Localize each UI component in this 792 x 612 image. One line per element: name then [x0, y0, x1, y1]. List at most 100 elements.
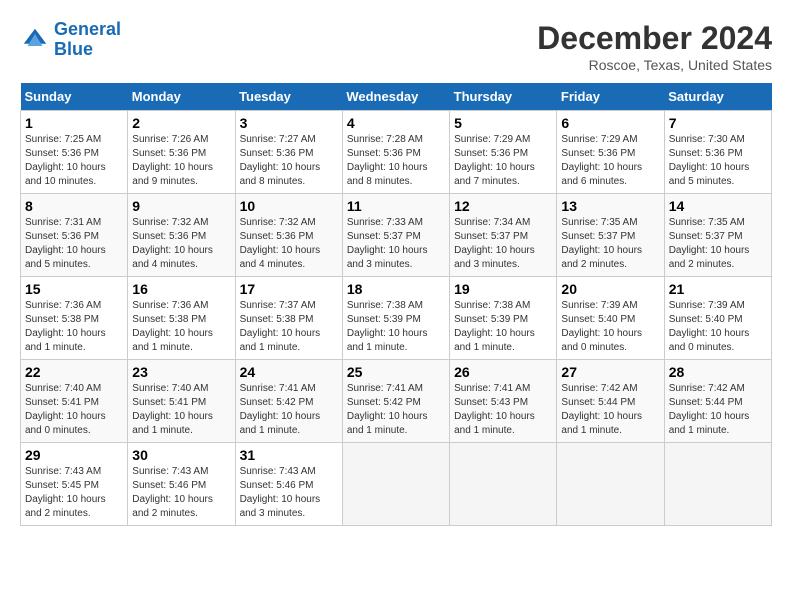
day-number: 2 — [132, 115, 230, 131]
calendar-cell: 16 Sunrise: 7:36 AM Sunset: 5:38 PM Dayl… — [128, 277, 235, 360]
day-info: Sunrise: 7:29 AM Sunset: 5:36 PM Dayligh… — [561, 133, 659, 189]
location: Roscoe, Texas, United States — [537, 57, 772, 73]
day-number: 24 — [240, 364, 338, 380]
calendar-cell: 21 Sunrise: 7:39 AM Sunset: 5:40 PM Dayl… — [664, 277, 771, 360]
day-info: Sunrise: 7:32 AM Sunset: 5:36 PM Dayligh… — [132, 216, 230, 272]
calendar-cell — [450, 443, 557, 526]
calendar-cell — [557, 443, 664, 526]
calendar-cell: 9 Sunrise: 7:32 AM Sunset: 5:36 PM Dayli… — [128, 194, 235, 277]
day-number: 18 — [347, 281, 445, 297]
calendar-cell: 15 Sunrise: 7:36 AM Sunset: 5:38 PM Dayl… — [21, 277, 128, 360]
day-number: 26 — [454, 364, 552, 380]
day-number: 17 — [240, 281, 338, 297]
day-info: Sunrise: 7:26 AM Sunset: 5:36 PM Dayligh… — [132, 133, 230, 189]
day-number: 25 — [347, 364, 445, 380]
calendar-cell: 7 Sunrise: 7:30 AM Sunset: 5:36 PM Dayli… — [664, 111, 771, 194]
calendar-cell: 27 Sunrise: 7:42 AM Sunset: 5:44 PM Dayl… — [557, 360, 664, 443]
header-monday: Monday — [128, 83, 235, 111]
day-number: 11 — [347, 198, 445, 214]
day-number: 5 — [454, 115, 552, 131]
day-info: Sunrise: 7:43 AM Sunset: 5:46 PM Dayligh… — [240, 465, 338, 521]
day-number: 31 — [240, 447, 338, 463]
day-info: Sunrise: 7:28 AM Sunset: 5:36 PM Dayligh… — [347, 133, 445, 189]
day-info: Sunrise: 7:32 AM Sunset: 5:36 PM Dayligh… — [240, 216, 338, 272]
day-number: 21 — [669, 281, 767, 297]
calendar-cell: 22 Sunrise: 7:40 AM Sunset: 5:41 PM Dayl… — [21, 360, 128, 443]
day-number: 19 — [454, 281, 552, 297]
calendar-cell: 29 Sunrise: 7:43 AM Sunset: 5:45 PM Dayl… — [21, 443, 128, 526]
logo: General Blue — [20, 20, 121, 60]
day-info: Sunrise: 7:27 AM Sunset: 5:36 PM Dayligh… — [240, 133, 338, 189]
day-info: Sunrise: 7:39 AM Sunset: 5:40 PM Dayligh… — [669, 299, 767, 355]
calendar-cell: 17 Sunrise: 7:37 AM Sunset: 5:38 PM Dayl… — [235, 277, 342, 360]
calendar-cell: 6 Sunrise: 7:29 AM Sunset: 5:36 PM Dayli… — [557, 111, 664, 194]
header: General Blue December 2024 Roscoe, Texas… — [20, 20, 772, 73]
calendar-week-row: 29 Sunrise: 7:43 AM Sunset: 5:45 PM Dayl… — [21, 443, 772, 526]
day-info: Sunrise: 7:41 AM Sunset: 5:43 PM Dayligh… — [454, 382, 552, 438]
calendar-cell: 26 Sunrise: 7:41 AM Sunset: 5:43 PM Dayl… — [450, 360, 557, 443]
header-sunday: Sunday — [21, 83, 128, 111]
day-info: Sunrise: 7:25 AM Sunset: 5:36 PM Dayligh… — [25, 133, 123, 189]
header-saturday: Saturday — [664, 83, 771, 111]
logo-text: General Blue — [54, 20, 121, 60]
day-number: 6 — [561, 115, 659, 131]
calendar-cell: 20 Sunrise: 7:39 AM Sunset: 5:40 PM Dayl… — [557, 277, 664, 360]
calendar-week-row: 15 Sunrise: 7:36 AM Sunset: 5:38 PM Dayl… — [21, 277, 772, 360]
calendar-cell: 1 Sunrise: 7:25 AM Sunset: 5:36 PM Dayli… — [21, 111, 128, 194]
day-info: Sunrise: 7:42 AM Sunset: 5:44 PM Dayligh… — [561, 382, 659, 438]
title-area: December 2024 Roscoe, Texas, United Stat… — [537, 20, 772, 73]
calendar-cell: 11 Sunrise: 7:33 AM Sunset: 5:37 PM Dayl… — [342, 194, 449, 277]
day-info: Sunrise: 7:38 AM Sunset: 5:39 PM Dayligh… — [454, 299, 552, 355]
day-info: Sunrise: 7:36 AM Sunset: 5:38 PM Dayligh… — [25, 299, 123, 355]
calendar-cell: 3 Sunrise: 7:27 AM Sunset: 5:36 PM Dayli… — [235, 111, 342, 194]
calendar-cell: 14 Sunrise: 7:35 AM Sunset: 5:37 PM Dayl… — [664, 194, 771, 277]
day-number: 1 — [25, 115, 123, 131]
calendar-cell: 13 Sunrise: 7:35 AM Sunset: 5:37 PM Dayl… — [557, 194, 664, 277]
calendar-cell: 10 Sunrise: 7:32 AM Sunset: 5:36 PM Dayl… — [235, 194, 342, 277]
day-number: 10 — [240, 198, 338, 214]
day-info: Sunrise: 7:30 AM Sunset: 5:36 PM Dayligh… — [669, 133, 767, 189]
day-info: Sunrise: 7:35 AM Sunset: 5:37 PM Dayligh… — [669, 216, 767, 272]
day-info: Sunrise: 7:36 AM Sunset: 5:38 PM Dayligh… — [132, 299, 230, 355]
day-number: 28 — [669, 364, 767, 380]
day-number: 16 — [132, 281, 230, 297]
logo-icon — [20, 25, 50, 55]
day-number: 27 — [561, 364, 659, 380]
header-friday: Friday — [557, 83, 664, 111]
day-info: Sunrise: 7:35 AM Sunset: 5:37 PM Dayligh… — [561, 216, 659, 272]
calendar-cell — [342, 443, 449, 526]
day-number: 7 — [669, 115, 767, 131]
calendar-cell: 25 Sunrise: 7:41 AM Sunset: 5:42 PM Dayl… — [342, 360, 449, 443]
day-info: Sunrise: 7:31 AM Sunset: 5:36 PM Dayligh… — [25, 216, 123, 272]
calendar-cell: 23 Sunrise: 7:40 AM Sunset: 5:41 PM Dayl… — [128, 360, 235, 443]
day-info: Sunrise: 7:43 AM Sunset: 5:46 PM Dayligh… — [132, 465, 230, 521]
month-title: December 2024 — [537, 20, 772, 57]
calendar-cell: 30 Sunrise: 7:43 AM Sunset: 5:46 PM Dayl… — [128, 443, 235, 526]
day-info: Sunrise: 7:38 AM Sunset: 5:39 PM Dayligh… — [347, 299, 445, 355]
day-info: Sunrise: 7:29 AM Sunset: 5:36 PM Dayligh… — [454, 133, 552, 189]
calendar-week-row: 8 Sunrise: 7:31 AM Sunset: 5:36 PM Dayli… — [21, 194, 772, 277]
day-number: 29 — [25, 447, 123, 463]
calendar-cell — [664, 443, 771, 526]
day-info: Sunrise: 7:40 AM Sunset: 5:41 PM Dayligh… — [132, 382, 230, 438]
day-number: 23 — [132, 364, 230, 380]
day-number: 22 — [25, 364, 123, 380]
day-info: Sunrise: 7:33 AM Sunset: 5:37 PM Dayligh… — [347, 216, 445, 272]
day-number: 3 — [240, 115, 338, 131]
day-info: Sunrise: 7:41 AM Sunset: 5:42 PM Dayligh… — [347, 382, 445, 438]
day-info: Sunrise: 7:34 AM Sunset: 5:37 PM Dayligh… — [454, 216, 552, 272]
calendar-cell: 8 Sunrise: 7:31 AM Sunset: 5:36 PM Dayli… — [21, 194, 128, 277]
day-number: 13 — [561, 198, 659, 214]
calendar-cell: 4 Sunrise: 7:28 AM Sunset: 5:36 PM Dayli… — [342, 111, 449, 194]
day-number: 14 — [669, 198, 767, 214]
day-info: Sunrise: 7:37 AM Sunset: 5:38 PM Dayligh… — [240, 299, 338, 355]
day-number: 12 — [454, 198, 552, 214]
day-info: Sunrise: 7:42 AM Sunset: 5:44 PM Dayligh… — [669, 382, 767, 438]
calendar-cell: 18 Sunrise: 7:38 AM Sunset: 5:39 PM Dayl… — [342, 277, 449, 360]
day-number: 15 — [25, 281, 123, 297]
header-tuesday: Tuesday — [235, 83, 342, 111]
header-wednesday: Wednesday — [342, 83, 449, 111]
calendar-cell: 2 Sunrise: 7:26 AM Sunset: 5:36 PM Dayli… — [128, 111, 235, 194]
calendar-week-row: 22 Sunrise: 7:40 AM Sunset: 5:41 PM Dayl… — [21, 360, 772, 443]
calendar-cell: 28 Sunrise: 7:42 AM Sunset: 5:44 PM Dayl… — [664, 360, 771, 443]
